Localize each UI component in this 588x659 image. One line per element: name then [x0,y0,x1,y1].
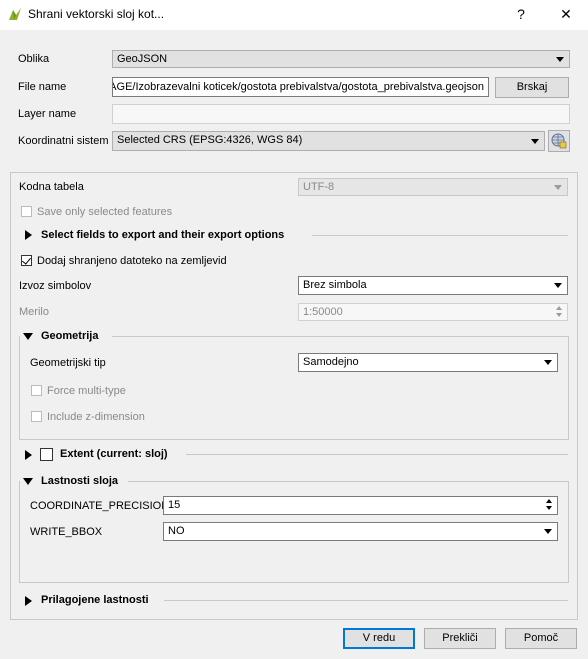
symbology-label: Izvoz simbolov [19,280,92,292]
divider [128,481,569,482]
scale-value: 1:50000 [303,306,343,318]
filename-value: AGE/Izobrazevalni koticek/gostota prebiv… [112,81,484,93]
symbology-value: Brez simbola [303,279,367,291]
save-selected-label: Save only selected features [37,206,173,218]
save-selected-checkbox[interactable] [21,206,32,217]
spin-down-icon [546,506,552,510]
select-fields-group-label[interactable]: Select fields to export and their export… [41,229,284,241]
scale-label: Merilo [19,306,49,318]
encoding-label: Kodna tabela [19,181,84,193]
layer-options-group-label[interactable]: Lastnosti sloja [41,475,118,487]
format-label: Oblika [18,53,50,65]
globe-icon [551,133,567,149]
symbology-select[interactable]: Brez simbola [298,276,568,295]
format-select[interactable]: GeoJSON [112,50,570,68]
geometry-type-value: Samodejno [303,356,359,368]
encoding-select[interactable]: UTF-8 [298,178,568,196]
add-to-map-checkbox[interactable] [21,255,32,266]
include-z-label: Include z-dimension [47,411,145,423]
expand-arrow-icon[interactable] [25,230,32,240]
crs-value: Selected CRS (EPSG:4326, WGS 84) [117,134,303,146]
chevron-down-icon [544,360,552,365]
force-multi-checkbox[interactable] [31,385,42,396]
custom-options-group-label[interactable]: Prilagojene lastnosti [41,594,149,606]
coordinate-precision-input[interactable]: 15 [163,496,558,515]
option-value: 15 [168,499,181,511]
layername-input[interactable] [112,104,570,124]
chevron-down-icon [531,139,539,144]
help-title-button[interactable]: ? [509,4,533,26]
extent-group-label[interactable]: Extent (current: sloj) [60,448,168,460]
expand-arrow-icon[interactable] [25,450,32,460]
cancel-button[interactable]: Prekliči [424,628,496,649]
help-button[interactable]: Pomoč [505,628,577,649]
force-multi-label: Force multi-type [47,385,126,397]
write-bbox-select[interactable]: NO [163,522,558,541]
crs-selector-button[interactable] [548,130,570,152]
option-key: WRITE_BBOX [30,526,103,538]
scale-input[interactable]: 1:50000 [298,303,568,321]
spin-up-icon [546,499,552,503]
divider [112,336,569,337]
collapse-arrow-icon[interactable] [23,478,33,485]
format-value: GeoJSON [117,53,168,65]
crs-label: Koordinatni sistem [18,135,109,147]
crs-select[interactable]: Selected CRS (EPSG:4326, WGS 84) [112,131,545,151]
spin-up-icon [556,306,562,310]
ok-button[interactable]: V redu [343,628,415,649]
option-value: NO [168,525,185,537]
qgis-logo-icon [9,8,21,20]
chevron-down-icon [554,283,562,288]
encoding-value: UTF-8 [303,181,335,193]
divider [164,600,568,601]
include-z-checkbox[interactable] [31,411,42,422]
divider [312,235,568,236]
geometry-type-select[interactable]: Samodejno [298,353,558,372]
filename-input[interactable]: AGE/Izobrazevalni koticek/gostota prebiv… [112,77,489,97]
close-icon[interactable]: ✕ [554,4,578,26]
layername-label: Layer name [18,108,77,120]
option-key: COORDINATE_PRECISION [30,500,170,512]
spin-down-icon [556,313,562,317]
add-to-map-label: Dodaj shranjeno datoteko na zemljevid [37,255,227,267]
chevron-down-icon [554,185,562,190]
window-title: Shrani vektorski sloj kot... [28,7,165,21]
extent-checkbox[interactable] [40,448,53,461]
collapse-arrow-icon[interactable] [23,333,33,340]
chevron-down-icon [544,529,552,534]
filename-label: File name [18,81,67,93]
chevron-down-icon [556,57,564,62]
browse-button[interactable]: Brskaj [495,77,569,98]
expand-arrow-icon[interactable] [25,596,32,606]
geometry-group-label[interactable]: Geometrija [41,330,98,342]
geometry-type-label: Geometrijski tip [30,357,106,369]
divider [186,454,568,455]
